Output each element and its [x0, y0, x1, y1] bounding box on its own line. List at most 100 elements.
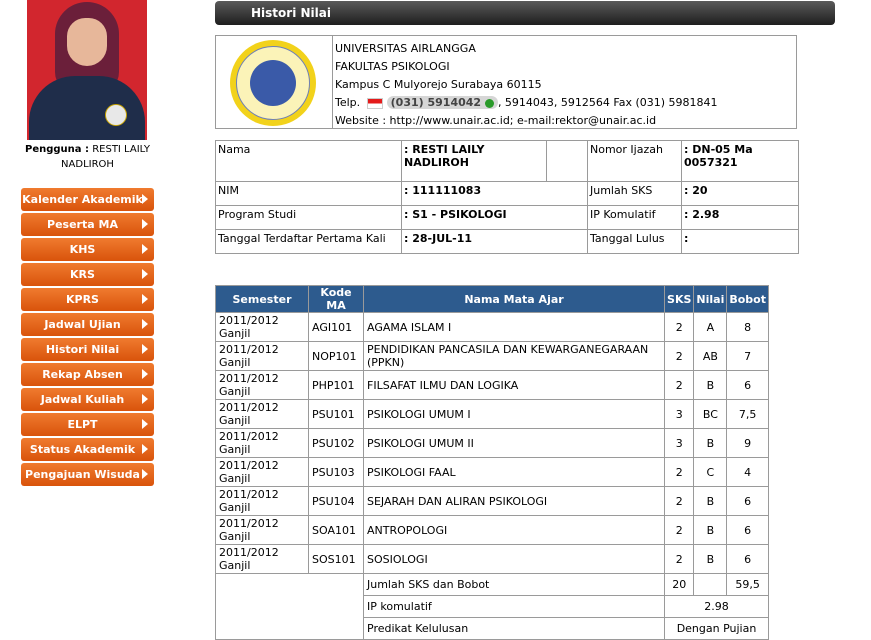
nama-cell: SEJARAH DAN ALIRAN PSIKOLOGI	[362, 486, 666, 516]
nav-label: Histori Nilai	[45, 343, 120, 356]
university-text: UNIVERSITAS AIRLANGGA FAKULTAS PSIKOLOGI…	[335, 40, 718, 130]
nama-cell: SOSIOLOGI	[362, 544, 666, 574]
sks-cell: 3	[664, 399, 695, 429]
nav-kprs[interactable]: KPRS	[21, 288, 154, 311]
nav-krs[interactable]: KRS	[21, 263, 154, 286]
flag-icon	[367, 97, 384, 109]
call-icon[interactable]	[484, 98, 494, 108]
bobot-cell: 7,5	[726, 399, 769, 429]
col-nilai: Nilai	[693, 285, 728, 313]
info-row: Nama : RESTI LAILY NADLIROH Nomor Ijazah…	[215, 140, 799, 182]
predikat-value: Dengan Pujian	[664, 617, 769, 640]
nim-value: : 111111083	[401, 181, 588, 206]
nav-elpt[interactable]: ELPT	[21, 413, 154, 436]
kode-cell: PHP101	[308, 370, 364, 400]
user-photo	[27, 0, 147, 140]
tgl-lulus-label: Tanggal Lulus	[587, 229, 682, 254]
grade-row: 2011/2012 Ganjil PSU101 PSIKOLOGI UMUM I3B…	[215, 399, 769, 429]
nav-label: Jadwal Kuliah	[40, 393, 125, 406]
user-prefix: Pengguna :	[25, 144, 90, 155]
nav-jadwal-ujian[interactable]: Jadwal Ujian	[21, 313, 154, 336]
university-info: UNIVERSITAS AIRLANGGA FAKULTAS PSIKOLOGI…	[215, 35, 797, 129]
sks-cell: 2	[664, 457, 695, 487]
predikat-label: Predikat Kelulusan	[362, 617, 666, 640]
bobot-cell: 8	[726, 312, 769, 342]
phone-main: (031) 5914042	[390, 96, 482, 109]
kode-cell: PSU103	[308, 457, 364, 487]
grades-header-row: Semester Kode MA Nama Mata Ajar SKS Nila…	[215, 285, 769, 313]
sks-value: : 20	[681, 181, 799, 206]
nav-peserta-ma[interactable]: Peserta MA	[21, 213, 154, 236]
bobot-cell: 9	[726, 428, 769, 458]
semester-cell: 2011/2012 Ganjil	[215, 399, 309, 429]
col-semester: Semester	[215, 285, 309, 313]
bobot-cell: 4	[726, 457, 769, 487]
tgl-daftar-value: : 28-JUL-11	[401, 229, 588, 254]
summary-row-jumlah: Jumlah SKS dan Bobot 20 59,5	[215, 573, 769, 640]
telp-label: Telp.	[335, 96, 361, 109]
ipk-label: IP Komulatif	[587, 205, 682, 230]
arrow-right-icon	[142, 244, 148, 254]
kode-cell: SOS101	[308, 544, 364, 574]
nama-cell: PENDIDIKAN PANCASILA DAN KEWARGANEGARAAN…	[362, 341, 666, 371]
empty-cell	[693, 573, 728, 596]
semester-cell: 2011/2012 Ganjil	[215, 515, 309, 545]
phone-number-pill[interactable]: (031) 5914042	[386, 96, 498, 109]
kode-cell: PSU101	[308, 399, 364, 429]
bobot-cell: 6	[726, 544, 769, 574]
nama-cell: PSIKOLOGI UMUM I	[362, 399, 666, 429]
nama-cell: FILSAFAT ILMU DAN LOGIKA	[362, 370, 666, 400]
nav-label: KRS	[70, 268, 95, 281]
nav-rekap-absen[interactable]: Rekap Absen	[21, 363, 154, 386]
jumlah-label: Jumlah SKS dan Bobot	[362, 573, 666, 596]
col-sks: SKS	[664, 285, 695, 313]
nav-histori-nilai[interactable]: Histori Nilai	[21, 338, 154, 361]
faculty-name: FAKULTAS PSIKOLOGI	[335, 60, 450, 73]
arrow-right-icon	[142, 319, 148, 329]
bobot-cell: 6	[726, 370, 769, 400]
bobot-cell: 6	[726, 486, 769, 516]
nilai-cell: B	[693, 515, 728, 545]
prodi-label: Program Studi	[215, 205, 402, 230]
arrow-right-icon	[142, 419, 148, 429]
nav-label: Status Akademik	[29, 443, 136, 456]
sks-cell: 2	[664, 515, 695, 545]
info-row: NIM : 111111083 Jumlah SKS : 20	[215, 181, 799, 206]
sks-cell: 2	[664, 544, 695, 574]
nav-khs[interactable]: KHS	[21, 238, 154, 261]
logo-cell	[216, 36, 333, 128]
nama-cell: ANTROPOLOGI	[362, 515, 666, 545]
nav-kalender-akademik[interactable]: Kalender Akademik	[21, 188, 154, 211]
semester-cell: 2011/2012 Ganjil	[215, 312, 309, 342]
nav-jadwal-kuliah[interactable]: Jadwal Kuliah	[21, 388, 154, 411]
semester-cell: 2011/2012 Ganjil	[215, 544, 309, 574]
kode-cell: PSU104	[308, 486, 364, 516]
col-kode: Kode MA	[308, 285, 364, 313]
page-header: Histori Nilai	[215, 1, 835, 25]
nav-status-akademik[interactable]: Status Akademik	[21, 438, 154, 461]
col-bobot: Bobot	[726, 285, 769, 313]
grades-table: Semester Kode MA Nama Mata Ajar SKS Nila…	[215, 285, 769, 640]
ijazah-label: Nomor Ijazah	[587, 140, 682, 182]
user-name-line2: NADLIROH	[61, 159, 114, 170]
tgl-daftar-label: Tanggal Terdaftar Pertama Kali	[215, 229, 402, 254]
semester-cell: 2011/2012 Ganjil	[215, 428, 309, 458]
kode-cell: AGI101	[308, 312, 364, 342]
nilai-cell: B	[693, 486, 728, 516]
nama-cell: PSIKOLOGI UMUM II	[362, 428, 666, 458]
semester-cell: 2011/2012 Ganjil	[215, 341, 309, 371]
sks-cell: 2	[664, 370, 695, 400]
nav-label: Peserta MA	[47, 218, 118, 231]
sks-cell: 2	[664, 312, 695, 342]
nav-pengajuan-wisuda[interactable]: Pengajuan Wisuda	[21, 463, 154, 486]
university-logo	[230, 40, 316, 126]
nilai-cell: AB	[693, 341, 728, 371]
semester-cell: 2011/2012 Ganjil	[215, 486, 309, 516]
nilai-cell: C	[693, 457, 728, 487]
sidebar-nav: Kalender Akademik Peserta MA KHS KRS KPR…	[21, 188, 154, 488]
arrow-right-icon	[142, 469, 148, 479]
arrow-right-icon	[142, 444, 148, 454]
nav-label: Pengajuan Wisuda	[25, 468, 140, 481]
info-row: Program Studi : S1 - PSIKOLOGI IP Komula…	[215, 205, 799, 230]
phone-line: Telp. (031) 5914042 , 5914043, 5912564 F…	[335, 94, 718, 112]
